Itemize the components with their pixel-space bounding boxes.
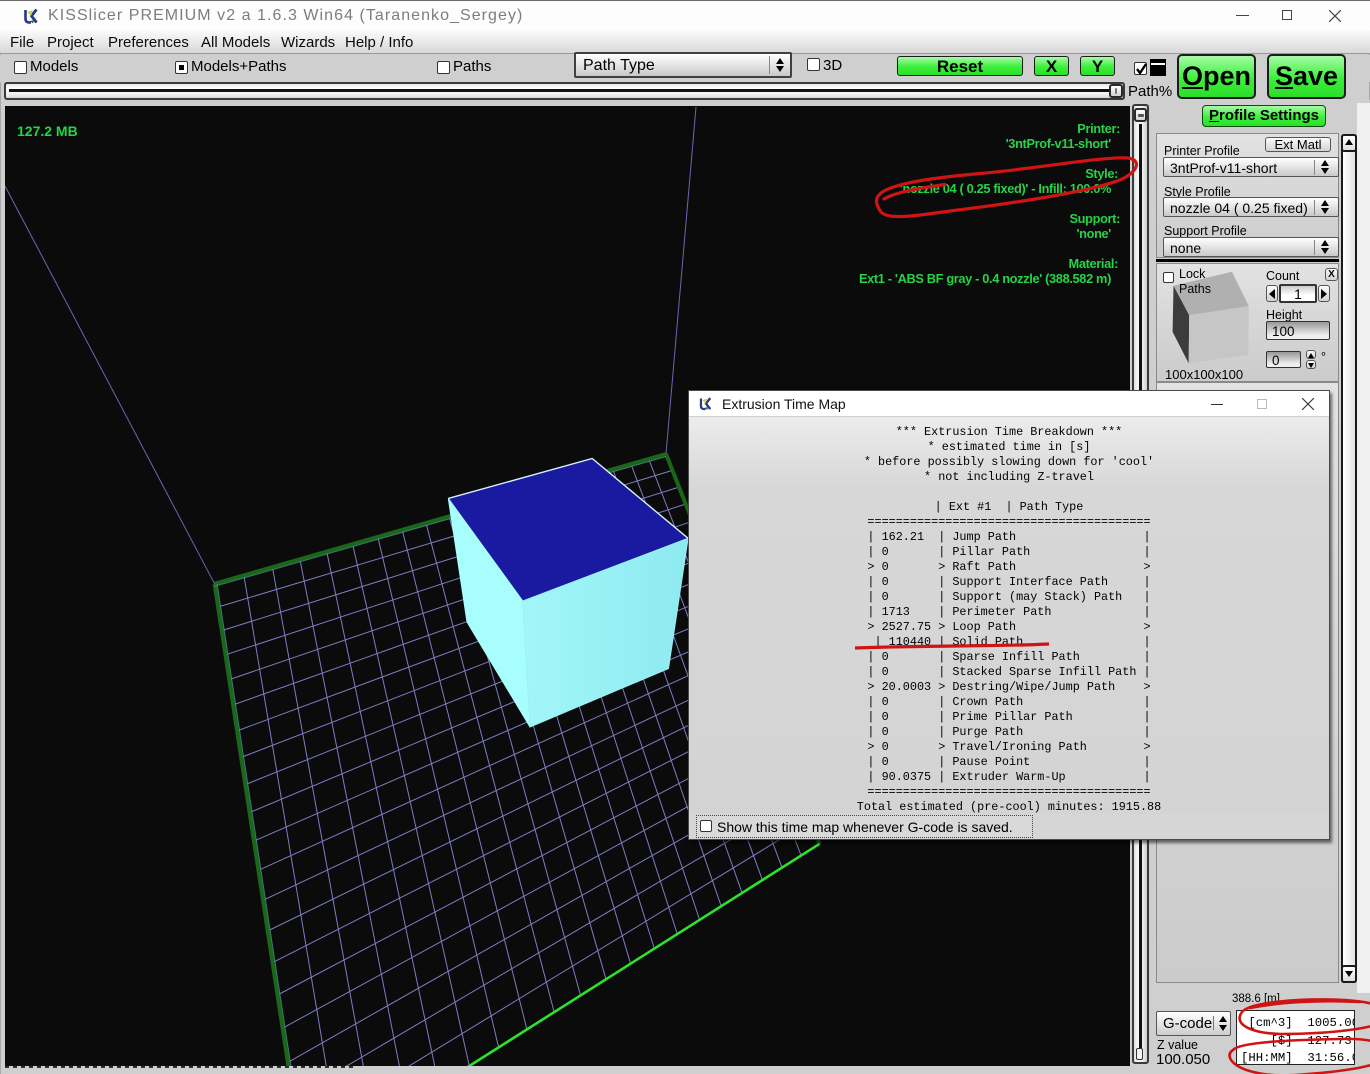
svg-text:Material:: Material: bbox=[1069, 256, 1119, 271]
svg-text:Ext1 - 'ABS BF gray - 0.4 nozz: Ext1 - 'ABS BF gray - 0.4 nozzle' (388.5… bbox=[859, 271, 1111, 286]
svg-text:Printer:: Printer: bbox=[1077, 121, 1120, 136]
svg-text:Support:: Support: bbox=[1069, 211, 1120, 226]
svg-text:'nozzle 04 ( 0.25 fixed)' - In: 'nozzle 04 ( 0.25 fixed)' - Infill: 100.… bbox=[900, 181, 1112, 196]
svg-text:'3ntProf-v11-short': '3ntProf-v11-short' bbox=[1006, 136, 1112, 151]
svg-text:127.2 MB: 127.2 MB bbox=[17, 123, 78, 139]
svg-text:'none': 'none' bbox=[1076, 226, 1111, 241]
svg-text:Style:: Style: bbox=[1085, 166, 1118, 181]
